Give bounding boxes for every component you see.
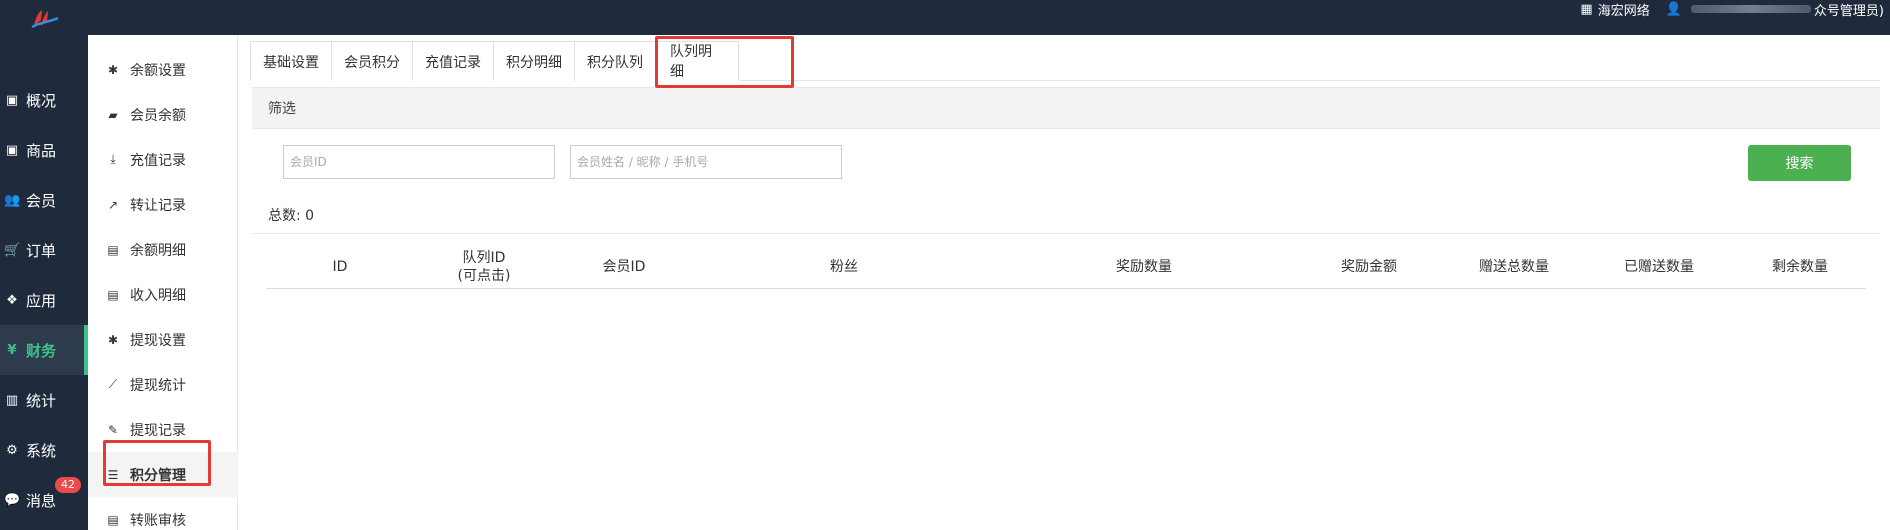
total-label: 总数: xyxy=(268,208,301,224)
dashboard-icon: ▣ xyxy=(5,92,19,108)
total-count: 总数: 0 xyxy=(268,205,314,225)
column-header-remaining-quantity[interactable]: 剩余数量 xyxy=(1734,245,1866,289)
file-icon: ▤ xyxy=(107,512,119,527)
column-header-queue-id[interactable]: 队列ID (可点击) xyxy=(414,245,554,289)
sidebar-item-stats[interactable]: ▥ 统计 xyxy=(0,375,88,425)
line-chart-icon: ⟋ xyxy=(108,377,118,391)
box-icon: ▣ xyxy=(5,142,19,158)
gear-icon: ✱ xyxy=(107,332,119,347)
divider xyxy=(252,233,1880,234)
main-content: 基础设置 会员积分 充值记录 积分明细 积分队列 队列明细 筛选 搜索 总数: … xyxy=(250,35,1880,530)
sidebar-item-goods[interactable]: ▣ 商品 xyxy=(0,125,88,175)
tab-member-points[interactable]: 会员积分 xyxy=(331,41,413,81)
file-icon: ▤ xyxy=(107,287,119,302)
total-value: 0 xyxy=(305,208,315,224)
table-header: ID 队列ID (可点击) 会员ID 粉丝 奖励数量 奖励金额 赠送总数量 已赠送… xyxy=(266,245,1866,289)
submenu-item-balance-details[interactable]: ▤ 余额明细 xyxy=(88,227,238,272)
submenu-item-points-management[interactable]: ☰ 积分管理 xyxy=(88,452,238,497)
submenu-item-withdraw-settings[interactable]: ✱ 提现设置 xyxy=(88,317,238,362)
main-sidebar: ▣ 概况 ▣ 商品 👥 会员 🛒 订单 ❖ 应用 ¥ 财务 ▥ 统计 ⚙ 系统 💬 消息 42 xyxy=(0,35,88,530)
submenu-item-transfer-records[interactable]: ↗ 转让记录 xyxy=(88,182,238,227)
sidebar-item-members[interactable]: 👥 会员 xyxy=(0,175,88,225)
column-header-reward-quantity[interactable]: 奖励数量 xyxy=(994,245,1294,289)
submenu-item-balance-settings[interactable]: ✱ 余额设置 xyxy=(88,47,238,92)
member-id-input[interactable] xyxy=(283,145,555,179)
tab-queue-details[interactable]: 队列明细 xyxy=(655,41,739,81)
tab-recharge-records[interactable]: 充值记录 xyxy=(412,41,494,81)
filter-header: 筛选 xyxy=(252,87,1880,129)
user-role: 众号管理员) xyxy=(1813,3,1884,19)
submenu-item-withdraw-records[interactable]: ✎ 提现记录 xyxy=(88,407,238,452)
company-link[interactable]: ▦ 海宏网络 xyxy=(1580,0,1649,19)
file-icon: ▤ xyxy=(107,242,119,257)
submenu-item-transfer-review[interactable]: ▤ 转账审核 xyxy=(88,497,238,530)
sidebar-item-messages[interactable]: 💬 消息 42 xyxy=(0,475,88,525)
external-link-icon: ↗ xyxy=(107,197,119,212)
column-header-reward-amount[interactable]: 奖励金额 xyxy=(1294,245,1444,289)
sidebar-item-overview[interactable]: ▣ 概况 xyxy=(0,75,88,125)
column-header-id[interactable]: ID xyxy=(266,245,414,289)
users-icon: 👥 xyxy=(4,192,21,208)
search-button[interactable]: 搜索 xyxy=(1748,145,1851,181)
column-header-gifted-quantity[interactable]: 已赠送数量 xyxy=(1584,245,1734,289)
logo-icon[interactable] xyxy=(30,6,60,30)
company-name: 海宏网络 xyxy=(1597,3,1650,19)
column-header-gift-total[interactable]: 赠送总数量 xyxy=(1444,245,1584,289)
submenu-item-income-details[interactable]: ▤ 收入明细 xyxy=(88,272,238,317)
sidebar-item-finance[interactable]: ¥ 财务 xyxy=(0,325,88,375)
member-name-input[interactable] xyxy=(570,145,842,179)
submenu-item-member-balance[interactable]: ▰ 会员余额 xyxy=(88,92,238,137)
user-icon: 👤 xyxy=(1665,1,1682,17)
finance-submenu: ✱ 余额设置 ▰ 会员余额 ⤓ 充值记录 ↗ 转让记录 ▤ 余额明细 ▤ 收入明细 ✱ 提现设… xyxy=(88,35,238,530)
sidebar-item-orders[interactable]: 🛒 订单 xyxy=(0,225,88,275)
top-bar: ▦ 海宏网络 👤 众号管理员) xyxy=(0,0,1890,35)
comment-icon: 💬 xyxy=(4,492,21,508)
top-right-area: ▦ 海宏网络 👤 众号管理员) xyxy=(1580,0,1890,19)
user-menu[interactable]: 👤 众号管理员) xyxy=(1666,0,1884,19)
submenu-item-recharge-records[interactable]: ⤓ 充值记录 xyxy=(88,137,238,182)
submenu-item-withdraw-stats[interactable]: ⟋ 提现统计 xyxy=(88,362,238,407)
pencil-icon: ✎ xyxy=(107,422,119,437)
column-header-fans[interactable]: 粉丝 xyxy=(694,245,994,289)
download-icon: ⤓ xyxy=(110,152,116,166)
cart-icon: 🛒 xyxy=(4,242,21,258)
grid-icon: ▦ xyxy=(1580,1,1593,17)
column-header-member-id[interactable]: 会员ID xyxy=(554,245,694,289)
username-blurred xyxy=(1690,5,1811,13)
bar-chart-icon: ▥ xyxy=(5,392,19,408)
gears-icon: ⚙ xyxy=(6,442,18,458)
sidebar-item-apps[interactable]: ❖ 应用 xyxy=(0,275,88,325)
message-count-badge: 42 xyxy=(55,477,81,493)
tab-points-details[interactable]: 积分明细 xyxy=(493,41,575,81)
cubes-icon: ❖ xyxy=(6,292,18,308)
yen-icon: ¥ xyxy=(7,342,17,358)
tab-points-queue[interactable]: 积分队列 xyxy=(574,41,656,81)
database-icon: ☰ xyxy=(107,467,119,482)
tab-bar: 基础设置 会员积分 充值记录 积分明细 积分队列 队列明细 xyxy=(250,41,1880,81)
tab-basic-settings[interactable]: 基础设置 xyxy=(250,41,332,81)
gear-icon: ✱ xyxy=(107,62,119,77)
sidebar-item-system[interactable]: ⚙ 系统 xyxy=(0,425,88,475)
book-icon: ▰ xyxy=(108,107,118,122)
